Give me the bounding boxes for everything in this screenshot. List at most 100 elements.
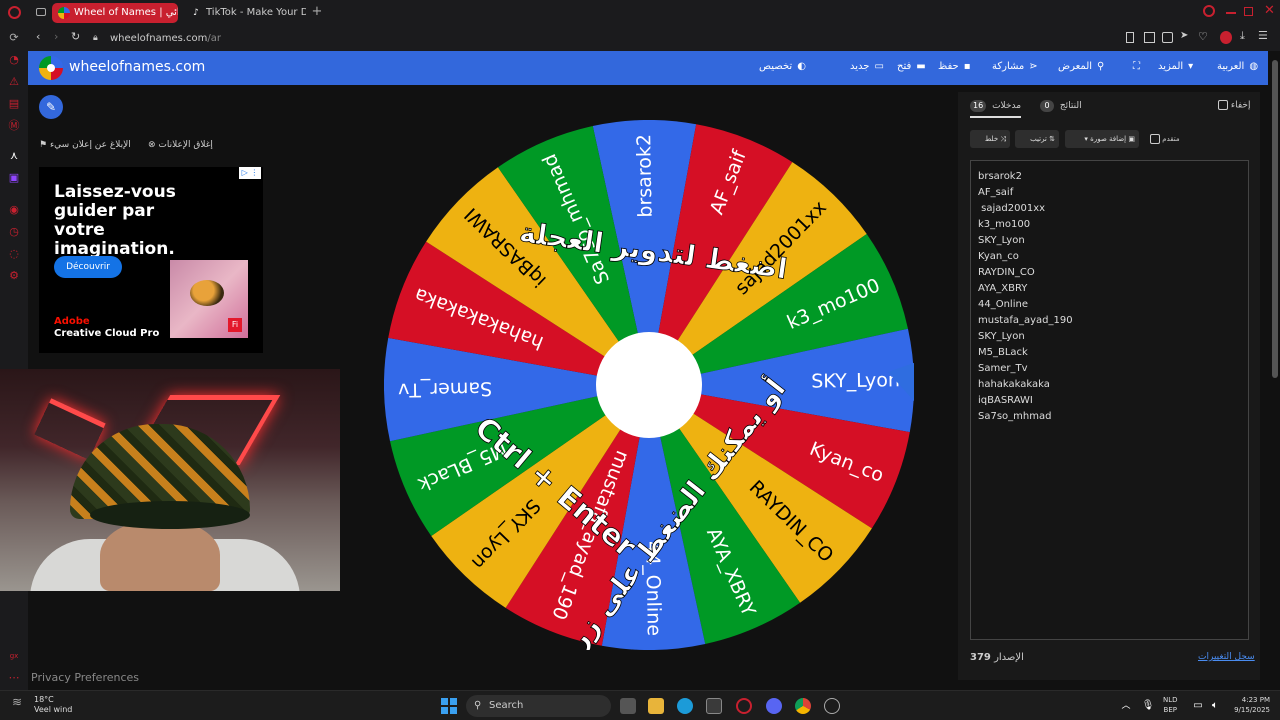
network-icon[interactable]: ▭ bbox=[1190, 698, 1206, 714]
sidebar-chat-icon[interactable]: ◌ bbox=[8, 248, 20, 260]
nav-share[interactable]: ⋖مشاركة bbox=[992, 61, 1038, 72]
send-icon[interactable]: ➤ bbox=[1180, 30, 1188, 41]
taskbar-search[interactable]: ⚲ Search bbox=[466, 695, 611, 717]
sidebar-vpn-icon[interactable]: ⚠ bbox=[8, 76, 20, 88]
shield-icon[interactable] bbox=[1162, 32, 1173, 43]
report-ad-link[interactable]: الإبلاغ عن إعلان سيء ⚑ bbox=[39, 140, 131, 150]
sidebar-mail-icon[interactable]: Ⓜ bbox=[8, 120, 20, 132]
discord-icon[interactable] bbox=[766, 698, 782, 714]
tray-chevron-icon[interactable]: ︿ bbox=[1118, 698, 1134, 714]
microphone-icon[interactable]: 🎙︎ bbox=[1140, 698, 1156, 714]
nav-gallery[interactable]: ⚲المعرض bbox=[1058, 61, 1104, 72]
sidebar-settings-icon[interactable]: ⚙ bbox=[8, 270, 20, 282]
add-image-button[interactable]: ▣ إضافة صورة ▾ bbox=[1065, 130, 1139, 148]
sidebar-player-icon[interactable]: ◉ bbox=[8, 204, 20, 216]
search-tabs-icon[interactable] bbox=[1203, 5, 1215, 17]
entry-line: sajad2001xx bbox=[978, 203, 1046, 214]
entry-line: Sa7so_mhmad bbox=[978, 411, 1052, 422]
search-icon: ⚲ bbox=[474, 700, 482, 711]
nav-save[interactable]: ▪حفظ bbox=[938, 61, 971, 72]
minimize-icon[interactable] bbox=[1226, 12, 1236, 14]
temperature: 18°C bbox=[34, 695, 54, 704]
wheel-segment-label: SKY_Lyon bbox=[811, 369, 900, 393]
wheel-logo-icon[interactable] bbox=[39, 56, 63, 80]
shuffle-icon: ⤨ bbox=[1000, 135, 1006, 143]
sidebar-arrow-icon[interactable]: ⋏ bbox=[8, 150, 20, 162]
reload-icon[interactable]: ↻ bbox=[71, 30, 80, 43]
sidebar-more-icon[interactable]: ⋯ bbox=[8, 672, 20, 684]
entry-line: M5_BLack bbox=[978, 347, 1028, 358]
tab-wheel-of-names[interactable]: Wheel of Names | عشوائي bbox=[52, 3, 178, 23]
hide-toggle[interactable]: إخفاء bbox=[1218, 100, 1250, 111]
url-path: /ar bbox=[207, 33, 221, 44]
entry-line: mustafa_ayad_190 bbox=[978, 315, 1073, 326]
tab-tiktok[interactable]: ♪ TikTok - Make Your Day bbox=[184, 3, 306, 23]
weather-widget[interactable]: ≋ 18°C Veel wind bbox=[12, 695, 72, 715]
ad-cta-button[interactable]: Découvrir bbox=[54, 256, 122, 278]
profile-icon[interactable] bbox=[1220, 31, 1232, 44]
url-field[interactable]: 🔒︎ wheelofnames.com/ar bbox=[88, 29, 1098, 48]
edit-icon[interactable]: ✎ bbox=[39, 95, 63, 119]
spin-wheel[interactable]: brsarok2 AF_saifsajad2001xxk3_mo100SKY_Ly… bbox=[384, 120, 914, 650]
lock-icon: 🔒︎ bbox=[93, 33, 98, 43]
sort-button[interactable]: ⇅ ترتيب bbox=[1015, 130, 1059, 148]
nav-customize[interactable]: ◐تخصيص bbox=[759, 61, 806, 72]
hide-checkbox[interactable] bbox=[1218, 100, 1228, 110]
entry-line: iqBASRAWI bbox=[978, 395, 1033, 406]
store-icon[interactable] bbox=[706, 698, 722, 714]
nav-new[interactable]: ▭جديد bbox=[850, 61, 884, 72]
wheel-center[interactable] bbox=[596, 332, 702, 438]
entries-textarea[interactable]: brsarok2 AF_saif sajad2001xx k3_mo100 SKY_L… bbox=[970, 160, 1249, 640]
tab-workspace-icon[interactable] bbox=[36, 8, 46, 16]
ad-product: Creative Cloud Pro bbox=[54, 328, 160, 339]
app-icon[interactable] bbox=[824, 698, 840, 714]
maximize-icon[interactable] bbox=[1244, 7, 1253, 16]
nav-fullscreen[interactable]: ⛶ bbox=[1128, 61, 1140, 72]
close-window-icon[interactable]: ✕ bbox=[1264, 4, 1275, 18]
back-icon[interactable]: ‹ bbox=[36, 30, 40, 43]
advanced-toggle[interactable]: متقدم bbox=[1150, 134, 1180, 144]
sidebar-twitch-icon[interactable]: ▣ bbox=[8, 172, 20, 184]
chevron-down-icon: ▾ bbox=[1188, 61, 1194, 72]
site-title[interactable]: wheelofnames.com bbox=[69, 59, 205, 75]
volume-icon[interactable]: 🔈︎ bbox=[1207, 698, 1223, 714]
entry-line: Kyan_co bbox=[978, 251, 1019, 262]
page-scrollbar[interactable] bbox=[1272, 60, 1278, 378]
sidebar-history-icon[interactable]: ◷ bbox=[8, 226, 20, 238]
new-tab-icon[interactable]: + bbox=[310, 4, 324, 20]
chrome-icon[interactable] bbox=[795, 698, 811, 714]
opera-menu-icon[interactable] bbox=[8, 6, 21, 19]
privacy-preferences-link[interactable]: Privacy Preferences bbox=[31, 671, 139, 684]
tab-entries[interactable]: مدخلات 16 bbox=[970, 100, 1022, 118]
ad-choices-icon[interactable]: ▷ ⋮ bbox=[239, 167, 261, 179]
nav-more[interactable]: ▾المزيد bbox=[1158, 61, 1193, 72]
nav-open[interactable]: ▬فتح bbox=[897, 61, 926, 72]
task-view-icon[interactable] bbox=[620, 698, 636, 714]
advanced-checkbox[interactable] bbox=[1150, 134, 1160, 144]
forward-icon[interactable]: › bbox=[54, 30, 58, 43]
sidebar-sync-icon[interactable]: ⟳ bbox=[8, 32, 20, 44]
tab-results[interactable]: النتائج 0 bbox=[1040, 100, 1082, 112]
heart-icon[interactable]: ♡ bbox=[1198, 30, 1208, 43]
file-explorer-icon[interactable] bbox=[648, 698, 664, 714]
nav-language[interactable]: ◍العربية bbox=[1217, 61, 1258, 72]
opera-gx-icon[interactable] bbox=[736, 698, 752, 714]
edge-icon[interactable] bbox=[677, 698, 693, 714]
changelog-link[interactable]: سجل التغييرات bbox=[1198, 652, 1255, 662]
sidebar-gx-icon[interactable]: gx bbox=[8, 650, 20, 662]
taskbar-clock[interactable]: 4:23 PM 9/15/2025 bbox=[1228, 695, 1270, 715]
share-icon: ⋖ bbox=[1029, 61, 1038, 72]
browser-menu-icon[interactable]: ☰ bbox=[1258, 29, 1268, 42]
snapshot-icon[interactable] bbox=[1144, 32, 1155, 43]
sidebar-messenger-icon[interactable]: ▤ bbox=[8, 98, 20, 110]
download-icon[interactable]: ⤓ bbox=[1240, 29, 1245, 43]
close-circle-icon: ⊗ bbox=[148, 140, 156, 150]
language-indicator[interactable]: NLD BEP bbox=[1163, 695, 1178, 715]
advertisement[interactable]: ▷ ⋮ Laissez-vous guider par votre imagin… bbox=[39, 167, 263, 353]
start-icon[interactable] bbox=[441, 698, 457, 714]
sidebar-ai-icon[interactable]: ◔ bbox=[8, 54, 20, 66]
close-ads-link[interactable]: إغلاق الإعلانات ⊗ bbox=[148, 140, 213, 150]
shuffle-button[interactable]: ⤨ خلط bbox=[970, 130, 1010, 148]
bookmark-icon[interactable] bbox=[1126, 32, 1134, 43]
new-file-icon: ▭ bbox=[874, 61, 884, 72]
